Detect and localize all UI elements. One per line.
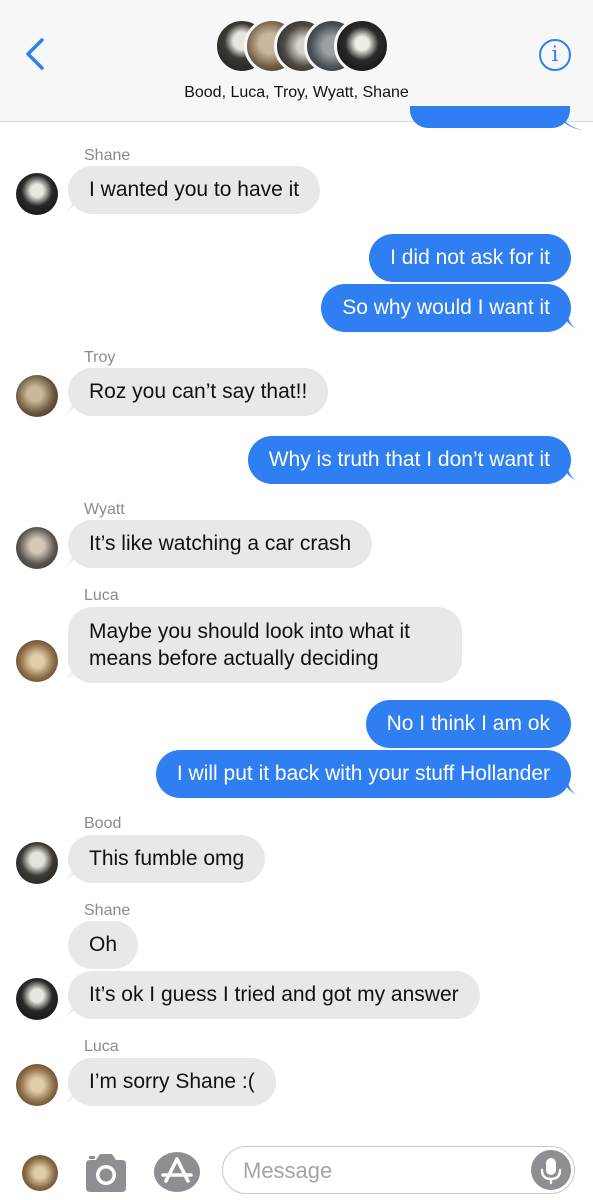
microphone-icon xyxy=(540,1158,562,1185)
group-avatars[interactable] xyxy=(214,18,390,76)
message-bubble-outgoing[interactable]: I did not ask for it xyxy=(369,234,571,282)
camera-icon xyxy=(86,1154,126,1192)
back-button[interactable] xyxy=(18,34,52,74)
message-input[interactable] xyxy=(241,1147,525,1194)
app-store-button[interactable] xyxy=(152,1151,202,1193)
sender-name: Wyatt xyxy=(84,501,125,518)
message-bubble-outgoing[interactable]: So why would I want it xyxy=(321,284,571,332)
info-icon: i xyxy=(551,42,559,66)
avatar-luca[interactable] xyxy=(16,640,58,682)
avatar-shane[interactable] xyxy=(16,978,58,1020)
conversation-header: i Bood, Luca, Troy, Wyatt, Shane xyxy=(0,0,593,130)
sender-name: Luca xyxy=(84,1038,119,1055)
message-bubble-incoming[interactable]: This fumble omg xyxy=(68,835,266,883)
bubble-tail xyxy=(562,312,584,332)
chevron-left-icon xyxy=(26,38,44,70)
message-bubble-incoming[interactable]: I wanted you to have it xyxy=(68,166,321,214)
group-title[interactable]: Bood, Luca, Troy, Wyatt, Shane xyxy=(0,84,593,102)
dictation-button[interactable] xyxy=(531,1150,571,1190)
memoji-avatar-button[interactable] xyxy=(22,1155,58,1191)
avatar-shane[interactable] xyxy=(16,173,58,215)
sender-name: Luca xyxy=(84,587,119,604)
bubble-tail xyxy=(562,116,582,130)
sender-name: Bood xyxy=(84,815,122,832)
camera-button[interactable] xyxy=(82,1150,130,1194)
avatar-troy[interactable] xyxy=(16,375,58,417)
partial-outgoing-bubble xyxy=(410,106,570,128)
message-bubble-incoming[interactable]: Maybe you should look into what it means… xyxy=(68,607,462,683)
sender-name: Troy xyxy=(84,349,116,366)
message-bubble-incoming[interactable]: Oh xyxy=(68,921,139,969)
avatar xyxy=(334,18,390,74)
avatar-luca[interactable] xyxy=(16,1064,58,1106)
bubble-tail xyxy=(562,464,584,484)
info-button[interactable]: i xyxy=(539,39,571,71)
sender-name: Shane xyxy=(84,147,131,164)
message-bubble-incoming[interactable]: I’m sorry Shane :( xyxy=(68,1058,276,1106)
message-bubble-incoming[interactable]: Roz you can’t say that!! xyxy=(68,368,329,416)
avatar-bood[interactable] xyxy=(16,842,58,884)
sender-name: Shane xyxy=(84,902,131,919)
avatar-wyatt[interactable] xyxy=(16,527,58,569)
message-bubble-outgoing[interactable]: No I think I am ok xyxy=(365,700,571,748)
bubble-tail xyxy=(562,778,584,798)
message-bubble-incoming[interactable]: It’s ok I guess I tried and got my answe… xyxy=(68,971,480,1019)
message-bubble-incoming[interactable]: It’s like watching a car crash xyxy=(68,520,373,568)
message-bubble-outgoing[interactable]: Why is truth that I don’t want it xyxy=(247,436,571,484)
message-bubble-outgoing[interactable]: I will put it back with your stuff Holla… xyxy=(155,750,571,798)
compose-bar xyxy=(0,1137,593,1200)
message-field[interactable] xyxy=(222,1146,575,1194)
app-store-icon xyxy=(154,1152,200,1192)
